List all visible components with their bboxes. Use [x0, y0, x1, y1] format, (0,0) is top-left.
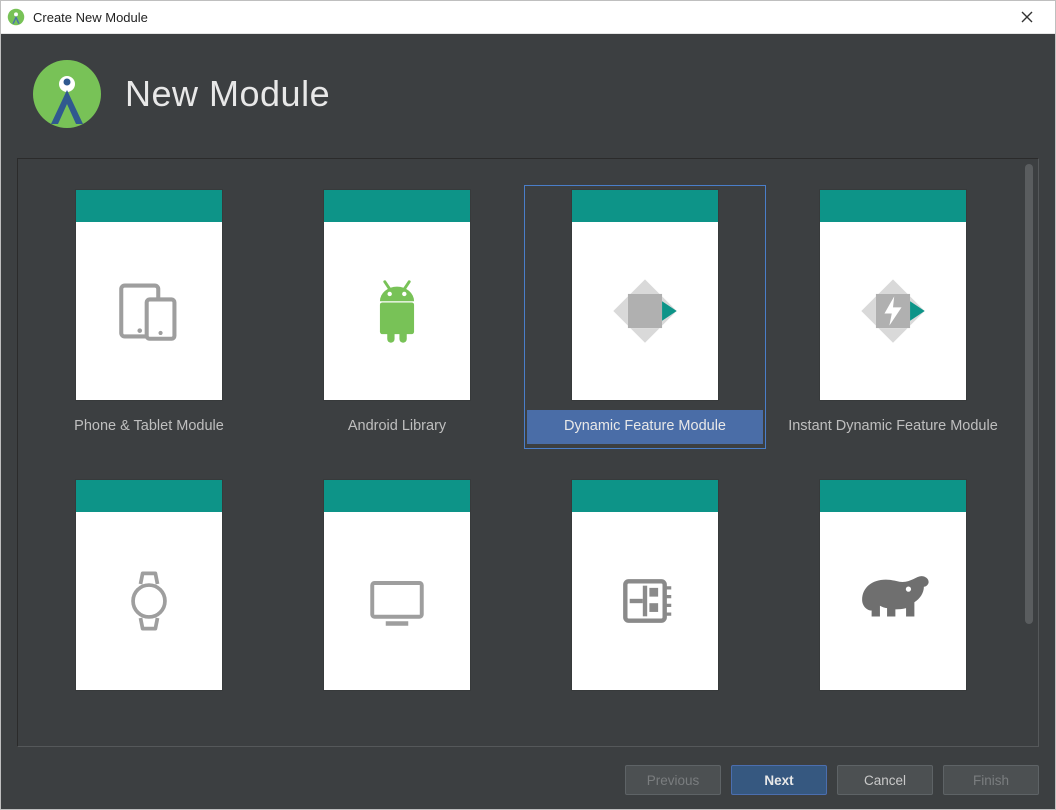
- finish-button[interactable]: Finish: [943, 765, 1039, 795]
- module-option-import-gradle[interactable]: [773, 476, 1013, 738]
- page-title: New Module: [125, 73, 330, 115]
- watch-icon: [115, 567, 183, 635]
- module-option-tv[interactable]: [277, 476, 517, 738]
- dynamic-feature-icon: [606, 272, 684, 350]
- module-option-label: Dynamic Feature Module: [527, 410, 763, 444]
- scrollbar-thumb[interactable]: [1025, 164, 1033, 624]
- previous-button[interactable]: Previous: [625, 765, 721, 795]
- phone-tablet-icon: [112, 274, 186, 348]
- dialog-body: New Module: [1, 34, 1055, 809]
- module-option-wear[interactable]: [29, 476, 269, 738]
- next-button[interactable]: Next: [731, 765, 827, 795]
- module-option-label: [527, 700, 763, 734]
- android-studio-icon: [7, 8, 25, 26]
- cancel-button[interactable]: Cancel: [837, 765, 933, 795]
- module-option-android-library[interactable]: Android Library: [277, 186, 517, 448]
- instant-dynamic-icon: [854, 272, 932, 350]
- module-option-dynamic-feature[interactable]: Dynamic Feature Module: [525, 186, 765, 448]
- module-option-instant-dynamic-feature[interactable]: Instant Dynamic Feature Module: [773, 186, 1013, 448]
- content-panel: Phone & Tablet Module: [17, 158, 1039, 747]
- dialog-footer: Previous Next Cancel Finish: [1, 755, 1055, 809]
- module-option-label: Instant Dynamic Feature Module: [775, 410, 1011, 444]
- elephant-icon: [855, 563, 931, 639]
- module-option-label: Phone & Tablet Module: [31, 410, 267, 444]
- dialog-window: Create New Module New Module: [0, 0, 1056, 810]
- module-list[interactable]: Phone & Tablet Module: [17, 158, 1039, 747]
- tv-icon: [361, 565, 433, 637]
- close-button[interactable]: [1005, 3, 1049, 31]
- android-icon: [358, 272, 436, 350]
- module-option-phone-tablet[interactable]: Phone & Tablet Module: [29, 186, 269, 448]
- titlebar: Create New Module: [1, 1, 1055, 34]
- window-title: Create New Module: [33, 10, 1005, 25]
- close-icon: [1021, 11, 1033, 23]
- module-option-label: [31, 700, 267, 734]
- module-option-label: [775, 700, 1011, 734]
- module-option-label: [279, 700, 515, 734]
- android-studio-logo: [31, 58, 103, 130]
- dialog-header: New Module: [1, 34, 1055, 158]
- module-option-things[interactable]: [525, 476, 765, 738]
- module-option-label: Android Library: [279, 410, 515, 444]
- scrollbar[interactable]: [1025, 164, 1033, 624]
- things-icon: [610, 566, 680, 636]
